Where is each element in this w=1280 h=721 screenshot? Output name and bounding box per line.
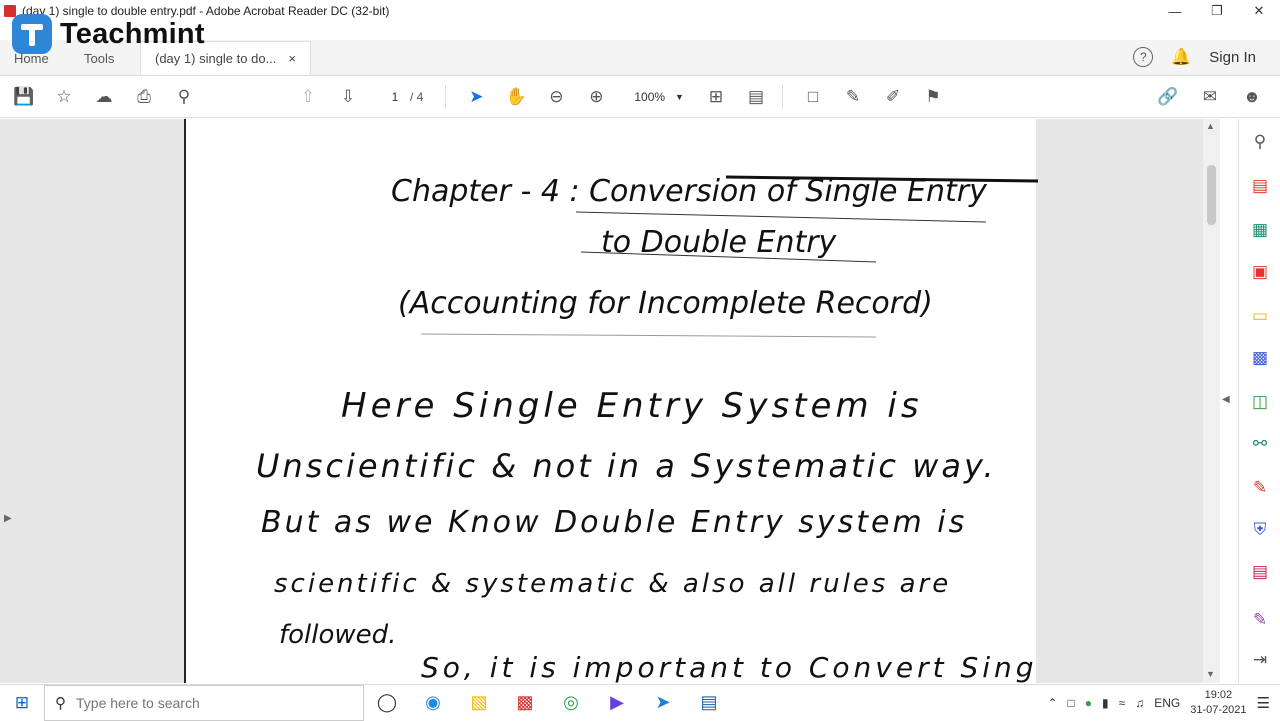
bookmark-star-icon[interactable]: ☆ xyxy=(50,83,78,111)
protect-icon[interactable]: ⛨ xyxy=(1249,519,1271,541)
scroll-mode-icon[interactable]: ▤ xyxy=(742,83,770,111)
vertical-scrollbar[interactable]: ▲ ▼ xyxy=(1203,119,1220,683)
combine-files-icon[interactable]: ▩ xyxy=(1249,347,1271,369)
volume-icon[interactable]: ♫ xyxy=(1135,696,1144,710)
notifications-icon[interactable]: ☰ xyxy=(1257,694,1270,712)
upload-cloud-icon[interactable]: ☁ xyxy=(90,83,118,111)
tray-app-icon[interactable]: ● xyxy=(1085,696,1092,710)
zoom-value: 100% xyxy=(634,89,666,104)
windows-taskbar: ⊞ ⚲ ◯ ◉ ▧ ▩ ◎ ▶ ➤ ▤ ⌃ □ ● ▮ ≈ ♫ ENG 19:0… xyxy=(0,684,1280,721)
fit-page-icon[interactable]: ⊞ xyxy=(702,83,730,111)
telegram-icon[interactable]: ➤ xyxy=(640,685,686,721)
hand-tool-icon[interactable]: ✋ xyxy=(502,83,530,111)
clock-time: 19:02 xyxy=(1204,688,1233,701)
highlight-pen-icon[interactable]: ✎ xyxy=(839,83,867,111)
show-hidden-icons-icon[interactable]: ⌃ xyxy=(1047,696,1057,710)
note-line-3: (Accounting for Incomplete Record) xyxy=(398,286,933,321)
scroll-down-icon[interactable]: ▼ xyxy=(1206,669,1215,679)
comment-icon[interactable]: □ xyxy=(799,83,827,111)
media-player-icon[interactable]: ▶ xyxy=(594,685,640,721)
collapse-tools-icon[interactable]: ⇥ xyxy=(1249,649,1271,671)
handwritten-notes: Chapter - 4 : Conversion of Single Entry… xyxy=(256,174,1038,683)
print-icon[interactable]: ⎙ xyxy=(130,83,158,111)
create-pdf-icon[interactable]: ▣ xyxy=(1249,261,1271,283)
expand-left-panel-icon[interactable]: ▶ xyxy=(4,513,12,524)
zoom-select[interactable]: 100% ▼ xyxy=(634,90,684,104)
underline-mark xyxy=(575,211,987,223)
scroll-up-icon[interactable]: ▲ xyxy=(1206,121,1215,131)
minimize-button[interactable]: — xyxy=(1154,0,1196,22)
select-cursor-icon[interactable]: ➤ xyxy=(462,83,490,111)
export-pdf-icon[interactable]: ▤ xyxy=(1249,175,1271,197)
teachmint-logo-icon xyxy=(12,14,52,54)
organize-pages-icon[interactable]: ◫ xyxy=(1249,391,1271,413)
email-icon[interactable]: ✉ xyxy=(1196,83,1224,111)
draw-icon[interactable]: ✐ xyxy=(879,83,907,111)
zoom-out-icon[interactable]: ⊖ xyxy=(542,83,570,111)
wifi-icon[interactable]: ≈ xyxy=(1119,696,1126,710)
teachmint-watermark: Teachmint xyxy=(12,14,205,54)
word-icon[interactable]: ▤ xyxy=(686,685,732,721)
note-line-8: followed. xyxy=(279,620,396,650)
language-indicator[interactable]: ENG xyxy=(1154,696,1180,710)
teachmint-logo-text: Teachmint xyxy=(60,17,205,50)
clock-date: 31-07-2021 xyxy=(1190,703,1247,716)
edit-pdf-icon[interactable]: ▦ xyxy=(1249,219,1271,241)
link-icon[interactable]: 🔗 xyxy=(1154,83,1182,111)
page-total: / 4 xyxy=(410,89,424,104)
fill-sign-icon[interactable]: ✎ xyxy=(1249,477,1271,499)
scrollbar-thumb[interactable] xyxy=(1207,165,1216,225)
toolbar-divider xyxy=(445,84,447,109)
toolbar: 💾 ☆ ☁ ⎙ ⚲ ⇧ ⇩ / 4 ➤ ✋ ⊖ ⊕ 100% ▼ ⊞ ▤ □ ✎… xyxy=(0,76,1280,118)
windows-start-icon[interactable]: ⊞ xyxy=(0,693,44,713)
note-line-4: Here Single Entry System is xyxy=(341,386,923,426)
taskbar-search-input[interactable] xyxy=(76,694,336,711)
note-line-5: Unscientific & not in a Systematic way. xyxy=(256,447,997,485)
more-tools-icon[interactable]: ▤ xyxy=(1249,561,1271,583)
system-tray: ⌃ □ ● ▮ ≈ ♫ ENG 19:02 31-07-2021 ☰ xyxy=(1047,688,1280,718)
acrobat-taskbar-icon[interactable]: ▩ xyxy=(502,685,548,721)
tab-close-icon[interactable]: × xyxy=(288,51,296,66)
collapse-right-panel-icon[interactable]: ◀ xyxy=(1222,394,1230,405)
toolbar-divider xyxy=(781,84,783,109)
close-window-button[interactable]: ✕ xyxy=(1238,0,1280,22)
taskbar-search[interactable]: ⚲ xyxy=(44,684,364,721)
pen-tool-icon[interactable]: ✎ xyxy=(1249,609,1271,631)
help-icon[interactable]: ? xyxy=(1133,47,1154,67)
scan-icon[interactable]: ⚯ xyxy=(1249,433,1271,455)
chevron-down-icon: ▼ xyxy=(675,91,684,102)
next-page-icon[interactable]: ⇩ xyxy=(334,83,362,111)
search-icon: ⚲ xyxy=(55,694,66,712)
tray-app-icon[interactable]: □ xyxy=(1068,696,1075,710)
restore-button[interactable]: ❐ xyxy=(1196,0,1238,22)
previous-page-icon[interactable]: ⇧ xyxy=(294,83,322,111)
underline-mark xyxy=(420,333,877,338)
notification-bell-icon[interactable]: 🔔 xyxy=(1171,47,1191,67)
save-icon[interactable]: 💾 xyxy=(10,83,38,111)
clock[interactable]: 19:02 31-07-2021 xyxy=(1190,688,1246,718)
edge-icon[interactable]: ◉ xyxy=(410,685,456,721)
comment-tool-icon[interactable]: ▭ xyxy=(1249,305,1271,327)
sign-in-link[interactable]: Sign In xyxy=(1209,49,1256,66)
cortana-icon[interactable]: ◯ xyxy=(364,685,410,721)
note-line-2: to Double Entry xyxy=(601,225,838,260)
zoom-in-icon[interactable]: ⊕ xyxy=(582,83,610,111)
page-number-input[interactable] xyxy=(380,89,410,104)
chrome-icon[interactable]: ◎ xyxy=(548,685,594,721)
zoom-tool-icon[interactable]: ⚲ xyxy=(1249,131,1271,153)
add-user-icon[interactable]: ☻ xyxy=(1238,83,1266,111)
file-explorer-icon[interactable]: ▧ xyxy=(456,685,502,721)
right-tools-panel: ⚲ ▤ ▦ ▣ ▭ ▩ ◫ ⚯ ✎ ⛨ ▤ ✎ ⇥ xyxy=(1238,119,1280,683)
note-line-6: But as we Know Double Entry system is xyxy=(261,505,967,540)
search-icon[interactable]: ⚲ xyxy=(170,83,198,111)
note-line-9: So, it is important to Convert Single xyxy=(421,651,1038,683)
pdf-page: Chapter - 4 : Conversion of Single Entry… xyxy=(184,119,1038,683)
battery-icon[interactable]: ▮ xyxy=(1102,696,1109,710)
tag-icon[interactable]: ⚑ xyxy=(919,83,947,111)
note-line-7: scientific & systematic & also all rules… xyxy=(274,569,951,599)
